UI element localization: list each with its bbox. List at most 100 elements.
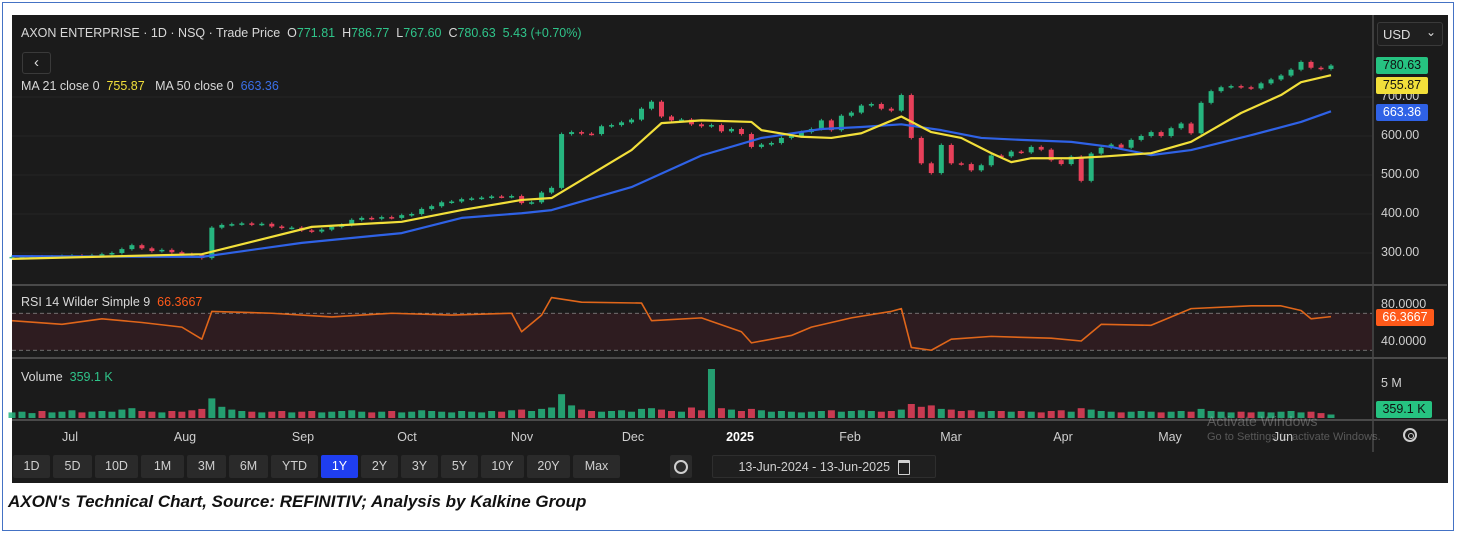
volume-bar (168, 411, 176, 418)
chevron-down-icon: ⌄ (1425, 25, 1436, 39)
candle-body (1258, 83, 1264, 89)
volume-bar (178, 411, 186, 418)
volume-bar (1047, 411, 1055, 418)
candle-body (958, 163, 964, 165)
volume-bar (338, 411, 346, 418)
volume-bar (1187, 411, 1195, 418)
range-button-ytd[interactable]: YTD (271, 455, 318, 478)
volume-tick-5m: 5 M (1381, 376, 1402, 390)
range-button-1m[interactable]: 1M (141, 455, 184, 478)
volume-bar (957, 411, 965, 418)
close-value: 780.63 (457, 26, 496, 40)
separator: · (170, 26, 175, 40)
volume-bar (1327, 414, 1335, 418)
volume-bar (298, 411, 306, 418)
range-button-2y[interactable]: 2Y (361, 455, 398, 478)
volume-bar (118, 409, 126, 418)
month-label: May (1158, 430, 1182, 444)
change-value: 5.43 (+0.70%) (502, 26, 582, 40)
range-button-10y[interactable]: 10Y (481, 455, 524, 478)
candle-body (609, 125, 615, 127)
volume-bar (707, 369, 715, 418)
candle-body (619, 122, 625, 126)
range-button-1y[interactable]: 1Y (321, 455, 358, 478)
volume-bar (358, 411, 366, 418)
candle-body (968, 164, 974, 171)
candle-body (169, 249, 175, 253)
volume-bar (258, 412, 266, 418)
volume-bar (897, 409, 905, 418)
volume-bar (458, 411, 466, 418)
candle-body (319, 229, 325, 232)
volume-bar (8, 412, 16, 418)
candle-body (369, 217, 375, 220)
candle-body (758, 144, 764, 147)
volume-bar (1017, 411, 1025, 418)
volume-bar (628, 411, 636, 418)
interval: 1D (150, 26, 167, 40)
volume-bar (568, 405, 576, 418)
range-button-3y[interactable]: 3Y (401, 455, 438, 478)
volume-bar (558, 394, 566, 418)
range-button-3m[interactable]: 3M (187, 455, 226, 478)
candle-body (1158, 132, 1164, 136)
volume-bar (648, 408, 656, 418)
candle-body (1038, 146, 1044, 150)
volume-bar (68, 410, 76, 418)
volume-bar (917, 406, 925, 418)
toolbar-settings-button[interactable] (670, 455, 692, 478)
date-range-picker[interactable]: 13-Jun-2024 - 13-Jun-2025 (712, 455, 936, 478)
candle-body (1118, 144, 1124, 148)
volume-bar (997, 411, 1005, 418)
range-button-6m[interactable]: 6M (229, 455, 268, 478)
symbol-name: AXON ENTERPRISE (21, 26, 140, 40)
candle-body (239, 223, 245, 225)
volume-bar (1167, 411, 1175, 418)
gear-icon (674, 459, 688, 474)
exchange: NSQ (178, 26, 206, 40)
candle-body (139, 245, 145, 249)
watermark-line1: Activate Windows (1207, 413, 1318, 429)
currency-select[interactable]: USD ⌄ (1377, 22, 1443, 46)
month-label: Oct (397, 430, 417, 444)
volume-bar (518, 409, 526, 418)
volume-bar (857, 410, 865, 418)
month-label: Jul (62, 430, 78, 444)
candle-body (149, 248, 155, 252)
range-button-1d[interactable]: 1D (13, 455, 50, 478)
ma50-value: 663.36 (240, 79, 279, 93)
candle-body (229, 224, 235, 226)
candle-body (479, 197, 485, 200)
volume-bar (1057, 410, 1065, 418)
candle-body (1268, 79, 1274, 84)
candle-body (1308, 61, 1314, 68)
ma50-badge: 663.36 (1376, 104, 1428, 121)
candle-body (1238, 86, 1244, 88)
candle-body (718, 125, 724, 132)
candle-body (329, 226, 335, 230)
candle-body (469, 198, 475, 200)
volume-badge: 359.1 K (1376, 401, 1432, 418)
collapse-legend-button[interactable]: ‹ (22, 52, 51, 74)
candle-body (569, 132, 575, 135)
volume-bar (937, 408, 945, 418)
range-button-5y[interactable]: 5Y (441, 455, 478, 478)
high-value: 786.77 (351, 26, 390, 40)
volume-bar (967, 410, 975, 418)
candle-body (908, 95, 914, 138)
axis-settings-icon[interactable] (1403, 428, 1417, 442)
volume-bar (468, 411, 476, 418)
volume-bar (28, 413, 36, 418)
candle-body (1288, 69, 1294, 76)
range-button-20y[interactable]: 20Y (527, 455, 570, 478)
candle-body (1318, 67, 1324, 70)
volume-bar (378, 411, 386, 418)
candle-body (1078, 156, 1084, 181)
range-button-10d[interactable]: 10D (95, 455, 138, 478)
volume-bar (108, 411, 116, 418)
candle-body (359, 217, 365, 220)
range-button-5d[interactable]: 5D (53, 455, 92, 478)
candle-body (1148, 132, 1154, 136)
range-button-max[interactable]: Max (573, 455, 620, 478)
volume-bar (687, 407, 695, 418)
